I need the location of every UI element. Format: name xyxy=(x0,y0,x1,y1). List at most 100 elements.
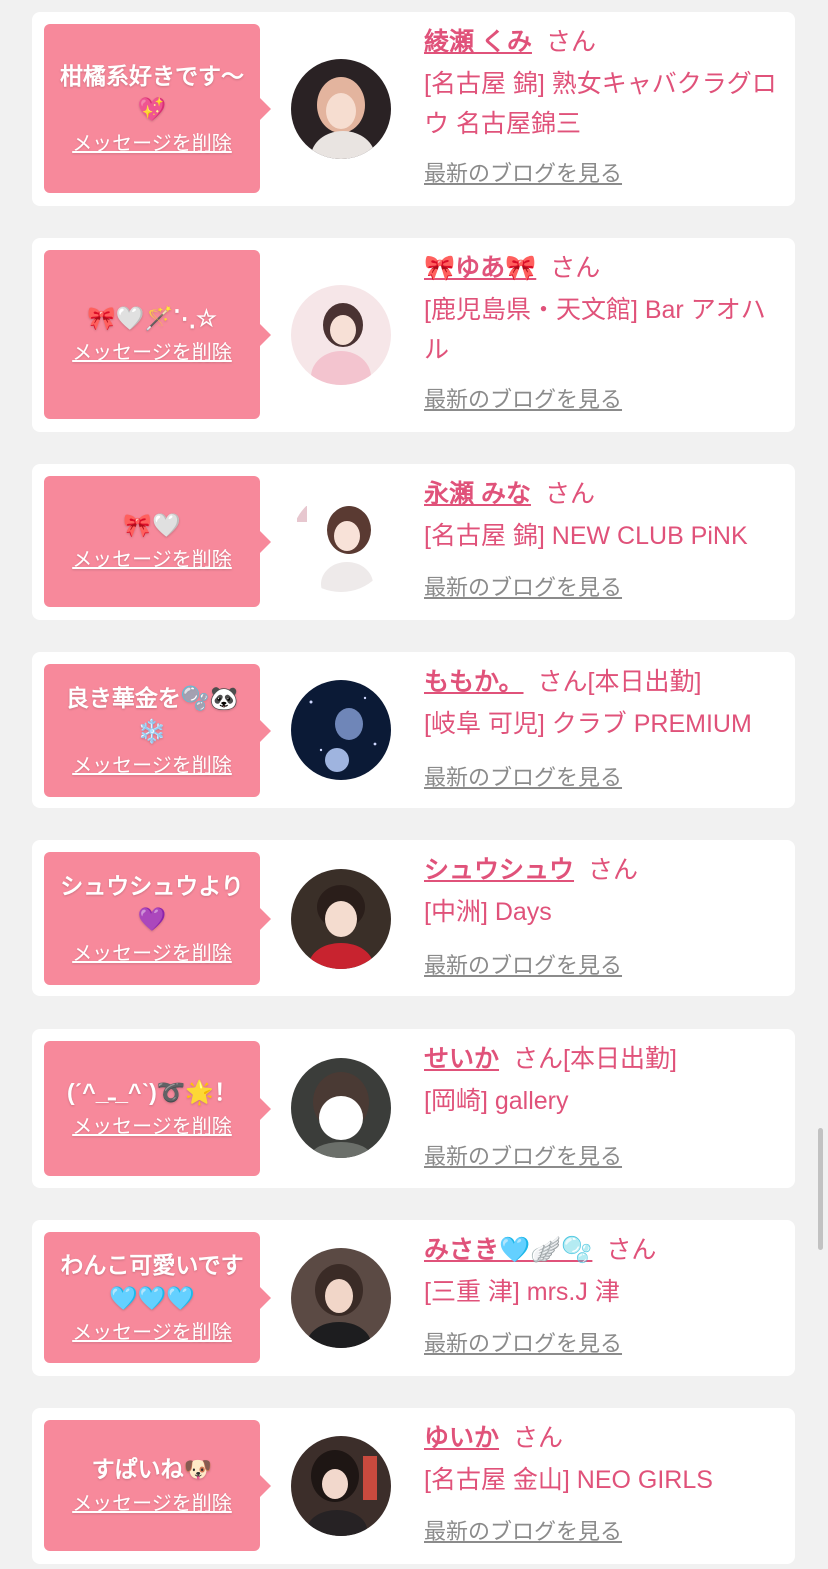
message-text: 良き華金を🫧🐼❄️ xyxy=(65,684,239,744)
latest-blog-link[interactable]: 最新のブログを見る xyxy=(424,386,622,414)
delete-message-link[interactable]: メッセージを削除 xyxy=(72,1490,232,1518)
name-line: 永瀬 みな さん xyxy=(424,476,779,512)
message-bubble: シュウシュウより💜 メッセージを削除 xyxy=(44,852,271,985)
avatar-image xyxy=(291,1248,391,1348)
message-text: (ˊ^_ـ_^ˋ)➰🌟！ xyxy=(66,1079,238,1105)
latest-blog-link[interactable]: 最新のブログを見る xyxy=(424,952,622,980)
attendance-status: [本日出勤] xyxy=(587,668,702,696)
avatar[interactable] xyxy=(291,1436,391,1536)
cast-name-link[interactable]: みさき🩵🪽🫧 xyxy=(424,1236,592,1264)
delete-message-link[interactable]: メッセージを削除 xyxy=(72,130,232,158)
avatar[interactable] xyxy=(291,680,391,780)
message-text: すぱいね🐶 xyxy=(91,1456,213,1482)
avatar[interactable] xyxy=(291,285,391,385)
avatar-image xyxy=(291,1058,391,1158)
message-bubble: 柑橘系好きです〜💖 メッセージを削除 xyxy=(44,24,271,193)
honorific: さん xyxy=(513,1424,564,1452)
latest-blog-link[interactable]: 最新のブログを見る xyxy=(424,574,622,602)
cast-info: ももか。 さん[本日出勤] [岐阜 可児] クラブ PREMIUM xyxy=(424,664,779,744)
latest-blog-link[interactable]: 最新のブログを見る xyxy=(424,160,622,188)
cast-info: せいか さん[本日出勤] [岡崎] gallery xyxy=(424,1041,779,1121)
latest-blog-link[interactable]: 最新のブログを見る xyxy=(424,1330,622,1358)
honorific: さん xyxy=(550,254,601,282)
honorific: さん xyxy=(513,1045,564,1073)
name-line: みさき🩵🪽🫧 さん xyxy=(424,1232,779,1268)
message-bubble: 🎀🤍🪄⋱☆ メッセージを削除 xyxy=(44,250,271,419)
favorite-card: わんこ可愛いです🩵🩵🩵 メッセージを削除 みさき🩵🪽🫧 さん [三重 津] mrs… xyxy=(32,1220,795,1376)
shop-name: [名古屋 錦] NEW CLUB PiNK xyxy=(424,522,748,550)
favorite-card: (ˊ^_ـ_^ˋ)➰🌟！ メッセージを削除 せいか さん[本日出勤] [岡崎] g… xyxy=(32,1029,795,1188)
message-text: 🎀🤍 xyxy=(123,512,181,538)
name-line: ゆいか さん xyxy=(424,1420,779,1456)
avatar-image xyxy=(291,1436,391,1536)
favorite-card: すぱいね🐶 メッセージを削除 ゆいか さん [名古屋 金山] NEO GIRLS … xyxy=(32,1408,795,1564)
message-bubble: 🎀🤍 メッセージを削除 xyxy=(44,476,271,607)
message-text: 🎀🤍🪄⋱☆ xyxy=(87,305,217,331)
message-text: シュウシュウより💜 xyxy=(60,872,244,932)
cast-info: シュウシュウ さん [中洲] Days xyxy=(424,852,779,932)
cast-name-link[interactable]: シュウシュウ xyxy=(424,856,574,884)
message-bubble: わんこ可愛いです🩵🩵🩵 メッセージを削除 xyxy=(44,1232,271,1363)
name-line: 🎀ゆあ🎀 さん xyxy=(424,250,779,286)
honorific: さん xyxy=(606,1236,657,1264)
shop-name: [岡崎] gallery xyxy=(424,1087,569,1115)
avatar[interactable] xyxy=(291,492,391,592)
cast-info: ゆいか さん [名古屋 金山] NEO GIRLS xyxy=(424,1420,779,1500)
name-line: 綾瀬 くみ さん xyxy=(424,24,779,60)
favorite-card: シュウシュウより💜 メッセージを削除 シュウシュウ さん [中洲] Days 最新… xyxy=(32,840,795,996)
attendance-status: [本日出勤] xyxy=(563,1045,677,1073)
message-bubble: すぱいね🐶 メッセージを削除 xyxy=(44,1420,271,1551)
delete-message-link[interactable]: メッセージを削除 xyxy=(72,546,232,574)
name-line: せいか さん[本日出勤] xyxy=(424,1041,779,1077)
message-bubble: 良き華金を🫧🐼❄️ メッセージを削除 xyxy=(44,664,271,797)
avatar[interactable] xyxy=(291,869,391,969)
cast-name-link[interactable]: 🎀ゆあ🎀 xyxy=(424,254,536,282)
shop-name: [中洲] Days xyxy=(424,898,552,926)
honorific: さん xyxy=(545,28,596,56)
avatar-image xyxy=(291,285,391,385)
honorific: さん xyxy=(588,856,639,884)
avatar-image xyxy=(291,59,391,159)
cast-info: 綾瀬 くみ さん [名古屋 錦] 熟女キャバクラグロウ 名古屋錦三 xyxy=(424,24,779,144)
latest-blog-link[interactable]: 最新のブログを見る xyxy=(424,1518,622,1546)
honorific: さん xyxy=(544,480,595,508)
favorite-card: 🎀🤍 メッセージを削除 永瀬 みな さん [名古屋 錦] NEW CLUB PiN… xyxy=(32,464,795,620)
cast-info: 🎀ゆあ🎀 さん [鹿児島県・天文館] Bar アオハル xyxy=(424,250,779,370)
cast-name-link[interactable]: 綾瀬 くみ xyxy=(424,28,532,56)
favorite-message-list: 柑橘系好きです〜💖 メッセージを削除 綾瀬 くみ さん [名古屋 錦] 熟女キャバ… xyxy=(0,0,828,1569)
latest-blog-link[interactable]: 最新のブログを見る xyxy=(424,764,622,792)
delete-message-link[interactable]: メッセージを削除 xyxy=(72,1319,232,1347)
scrollbar-thumb[interactable] xyxy=(818,1128,823,1250)
shop-name: [名古屋 金山] NEO GIRLS xyxy=(424,1466,713,1494)
message-text: 柑橘系好きです〜💖 xyxy=(60,62,244,122)
honorific: さん xyxy=(537,668,588,696)
favorite-card: 柑橘系好きです〜💖 メッセージを削除 綾瀬 くみ さん [名古屋 錦] 熟女キャバ… xyxy=(32,12,795,206)
favorite-card: 🎀🤍🪄⋱☆ メッセージを削除 🎀ゆあ🎀 さん [鹿児島県・天文館] Bar アオハ… xyxy=(32,238,795,432)
latest-blog-link[interactable]: 最新のブログを見る xyxy=(424,1143,622,1171)
shop-name: [三重 津] mrs.J 津 xyxy=(424,1278,620,1306)
shop-name: [岐阜 可児] クラブ PREMIUM xyxy=(424,710,752,738)
avatar-image xyxy=(291,492,391,592)
name-line: ももか。 さん[本日出勤] xyxy=(424,664,779,700)
avatar[interactable] xyxy=(291,59,391,159)
cast-name-link[interactable]: せいか xyxy=(424,1045,499,1073)
delete-message-link[interactable]: メッセージを削除 xyxy=(72,752,232,780)
delete-message-link[interactable]: メッセージを削除 xyxy=(72,339,232,367)
message-text: わんこ可愛いです🩵🩵🩵 xyxy=(60,1251,244,1311)
avatar[interactable] xyxy=(291,1058,391,1158)
delete-message-link[interactable]: メッセージを削除 xyxy=(72,940,232,968)
cast-info: 永瀬 みな さん [名古屋 錦] NEW CLUB PiNK xyxy=(424,476,779,556)
avatar-image xyxy=(291,680,391,780)
shop-name: [鹿児島県・天文館] Bar アオハル xyxy=(424,296,766,364)
delete-message-link[interactable]: メッセージを削除 xyxy=(72,1113,232,1141)
favorite-card: 良き華金を🫧🐼❄️ メッセージを削除 ももか。 さん[本日出勤] [岐阜 可児] … xyxy=(32,652,795,808)
cast-info: みさき🩵🪽🫧 さん [三重 津] mrs.J 津 xyxy=(424,1232,779,1312)
cast-name-link[interactable]: ももか。 xyxy=(424,668,524,696)
avatar-image xyxy=(291,869,391,969)
name-line: シュウシュウ さん xyxy=(424,852,779,888)
cast-name-link[interactable]: ゆいか xyxy=(424,1424,499,1452)
cast-name-link[interactable]: 永瀬 みな xyxy=(424,480,531,508)
avatar[interactable] xyxy=(291,1248,391,1348)
message-bubble: (ˊ^_ـ_^ˋ)➰🌟！ メッセージを削除 xyxy=(44,1041,271,1176)
shop-name: [名古屋 錦] 熟女キャバクラグロウ 名古屋錦三 xyxy=(424,70,777,138)
